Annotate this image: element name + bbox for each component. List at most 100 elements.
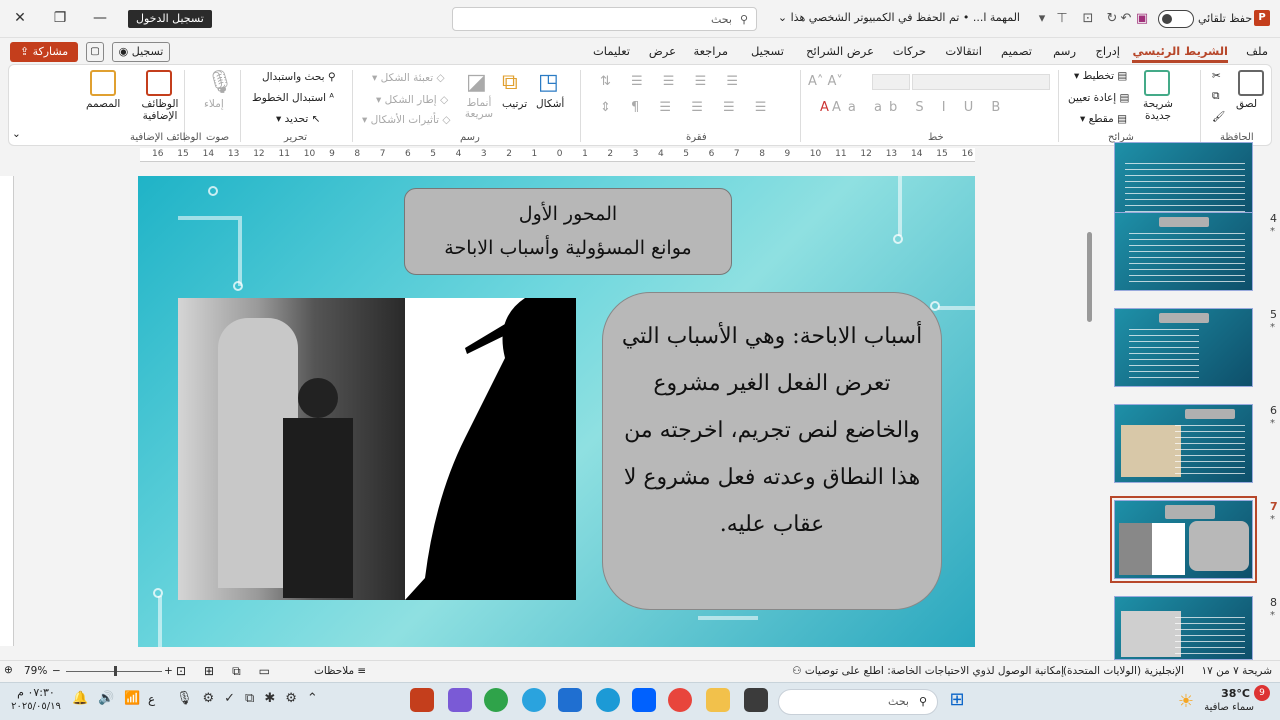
undo-icon[interactable]: ↶ [1118, 11, 1134, 27]
close-window-button[interactable]: ✕ [0, 6, 40, 30]
section-button[interactable]: ▾ مقطع ▤ [1080, 113, 1127, 125]
thumbnails-scrollbar[interactable] [1087, 232, 1092, 322]
slide-thumbnail-7[interactable] [1110, 496, 1257, 583]
tab-slideshow[interactable]: عرض الشرائح [806, 44, 874, 58]
accessibility-status[interactable]: إمكانية الوصول لذوي الاحتياجات الخاصة: ا… [792, 665, 1064, 677]
designer-icon[interactable] [90, 70, 116, 96]
telegram-taskbar-icon[interactable] [522, 688, 546, 712]
quick-styles-button[interactable]: أنماط سريعة [456, 98, 502, 120]
tab-help[interactable]: تعليمات [593, 44, 630, 58]
slide-image[interactable] [178, 298, 576, 600]
new-slide-button[interactable]: شريحة جديدة [1138, 98, 1178, 122]
fit-slide-icon[interactable]: ⊕ [4, 664, 13, 676]
slide-thumbnail-5[interactable] [1114, 308, 1253, 387]
paste-icon[interactable] [1238, 70, 1264, 96]
restore-window-button[interactable]: ❐ [40, 6, 80, 30]
slide-thumbnail-4[interactable] [1114, 212, 1253, 291]
designer-button[interactable]: المصمم [86, 98, 120, 110]
tab-insert[interactable]: إدراج [1096, 44, 1121, 58]
dictate-button[interactable]: إملاء [204, 98, 224, 110]
zoom-level[interactable]: 79% [24, 665, 47, 677]
slide-title-box[interactable]: المحور الأول موانع المسؤولية وأسباب الاب… [404, 188, 732, 275]
slide-body-textbox[interactable]: أسباب الاباحة: وهي الأسباب التي تعرض الف… [602, 292, 942, 610]
tab-review[interactable]: مراجعة [693, 44, 728, 58]
comment-icon[interactable]: ▢ [86, 42, 104, 62]
slide-thumbnail-6[interactable] [1114, 404, 1253, 483]
tab-draw[interactable]: رسم [1053, 44, 1076, 58]
record-button[interactable]: ◉ تسجيل [112, 42, 170, 62]
tab-record[interactable]: تسجيل [751, 44, 784, 58]
tab-transitions[interactable]: انتقالات [945, 44, 982, 58]
addins-icon[interactable] [146, 70, 172, 96]
horizontal-ruler[interactable]: 16 15 14 13 12 11 10 9 8 7 6 5 4 3 2 1 0 1 2 3 4 5 6 7 8 9 10 11 12 1… [140, 148, 975, 162]
arrange-icon[interactable]: ⧉ [502, 70, 518, 95]
clock-time[interactable]: ٠٧:٣٠ م [8, 686, 64, 699]
tab-view[interactable]: عرض [649, 44, 676, 58]
powerpoint-taskbar-icon[interactable] [410, 688, 434, 712]
system-tray-icons[interactable]: 🔔🔊📶 [72, 691, 151, 706]
copy-icon[interactable]: ⧉ [1212, 90, 1220, 103]
slide-thumbnail-3[interactable] [1114, 142, 1253, 221]
shapes-button[interactable]: أشكال [536, 98, 564, 110]
addins-button[interactable]: الوظائف الإضافية [134, 98, 186, 122]
zoom-in-icon[interactable]: + [164, 665, 173, 677]
store-taskbar-icon[interactable] [558, 688, 582, 712]
font-size-icons[interactable]: A˄ A˅ [808, 74, 843, 89]
search-input[interactable]: بحث ⚲ [452, 7, 757, 31]
shapes-icon[interactable]: ◳ [538, 70, 559, 95]
arrange-button[interactable]: ترتيب [502, 98, 527, 110]
font-size-box[interactable] [872, 74, 910, 90]
tab-design[interactable]: تصميم [1001, 44, 1032, 58]
notes-button[interactable]: ملاحظات ≡ [314, 665, 366, 677]
dropbox-taskbar-icon[interactable] [632, 688, 656, 712]
font-color-icon[interactable]: A [820, 100, 829, 115]
tab-home[interactable]: الشريط الرئيسي [1132, 44, 1228, 63]
view-buttons[interactable]: ⊡⊞⧉▭ [176, 664, 288, 679]
find-replace-button[interactable]: بحث واستبدال ⚲ [262, 71, 336, 83]
taskbar-search[interactable]: ⚲ بحث [778, 689, 938, 715]
clock-date[interactable]: ٢٠٢٥/٠٥/١٩ [8, 701, 64, 712]
save-icon[interactable]: ▣ [1134, 11, 1150, 27]
quick-styles-icon[interactable]: ◪ [466, 70, 487, 95]
weather-temp[interactable]: 38°C [1221, 687, 1250, 700]
zoom-slider-handle[interactable] [114, 666, 117, 676]
edge-taskbar-icon[interactable] [596, 688, 620, 712]
tray-app-icons[interactable]: 🎙⚙✓⧉✱⚙⌃ [176, 691, 328, 706]
weather-desc[interactable]: سماء صافية [1204, 702, 1254, 713]
autosave-toggle[interactable] [1158, 10, 1194, 28]
file-explorer-taskbar-icon[interactable] [706, 688, 730, 712]
chrome-taskbar-icon[interactable] [484, 688, 508, 712]
chrome-2-taskbar-icon[interactable] [668, 688, 692, 712]
microphone-icon[interactable]: 🎙 [206, 70, 234, 95]
zoom-out-icon[interactable]: − [52, 665, 61, 677]
from-start-icon[interactable]: ⊡ [1080, 11, 1096, 27]
terminal-taskbar-icon[interactable] [744, 688, 768, 712]
new-slide-icon[interactable] [1144, 70, 1170, 96]
replace-fonts-button[interactable]: استبدال الخطوط ᴬ [252, 92, 334, 104]
slide-canvas[interactable]: المحور الأول موانع المسؤولية وأسباب الاب… [138, 176, 975, 647]
format-painter-icon[interactable]: 🖌 [1212, 110, 1225, 123]
font-name-box[interactable] [912, 74, 1050, 90]
share-button[interactable]: ⇪ مشاركة [10, 42, 78, 62]
cut-icon[interactable]: ✂ [1212, 70, 1221, 82]
tab-file[interactable]: ملف [1246, 44, 1268, 58]
layout-button[interactable]: ▾ تخطيط ▤ [1074, 70, 1127, 82]
customize-toolbar-icon[interactable]: ▾ [1034, 11, 1050, 27]
minimize-window-button[interactable]: — [80, 6, 120, 30]
align-icons[interactable]: ⇕ ¶ ☰ ☰ ☰ ☰ [600, 100, 774, 115]
paste-button[interactable]: لصق [1236, 98, 1257, 110]
collapse-ribbon-icon[interactable]: ⌄ [12, 128, 21, 140]
windows-start-icon[interactable]: ⊞ [946, 689, 968, 711]
tab-animations[interactable]: حركات [893, 44, 926, 58]
sign-in-button[interactable]: تسجيل الدخول [128, 10, 212, 28]
present-icon[interactable]: ⊤ [1054, 11, 1070, 27]
document-title[interactable]: المهمة ا... • تم الحفظ في الكمبيوتر الشخ… [778, 11, 1020, 24]
language-indicator[interactable]: الإنجليزية (الولايات المتحدة) [1063, 665, 1184, 677]
reset-button[interactable]: إعادة تعيين ▤ [1068, 92, 1129, 104]
list-icons[interactable]: ⇅ ☰ ☰ ☰ ☰ [600, 74, 746, 89]
app-taskbar-icon[interactable] [448, 688, 472, 712]
slide-thumbnail-8[interactable] [1114, 596, 1253, 660]
vertical-ruler[interactable] [0, 176, 14, 646]
select-button[interactable]: ▾ تحديد ↖ [276, 113, 320, 125]
input-language[interactable]: ع [148, 692, 155, 706]
